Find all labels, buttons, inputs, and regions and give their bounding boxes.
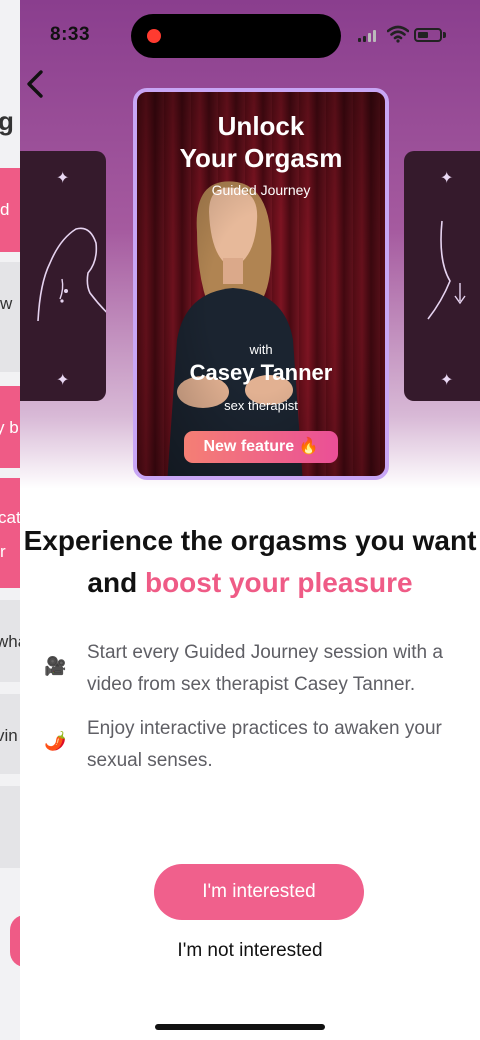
carousel-card-next[interactable]: ✦ ✦ (404, 151, 480, 401)
card-host-name: Casey Tanner (189, 360, 333, 385)
card-with-label: with (249, 342, 273, 357)
card-title-line-1: Unlock (217, 111, 305, 141)
headline-accent: boost your pleasure (144, 567, 413, 598)
background-fragment: w (0, 294, 13, 313)
neck-illustration-icon (37, 227, 106, 322)
feature-promo-sheet: 8:33 ✦ ✦ ✦ ✦ Unlock Your Orgasm Guided J… (20, 0, 480, 1040)
battery-icon (414, 28, 442, 42)
card-host-role: sex therapist (224, 398, 298, 413)
background-tile (0, 478, 20, 588)
feature-video-text: Start every Guided Journey session with … (87, 642, 443, 695)
chili-pepper-icon: 🌶️ (44, 731, 67, 751)
background-fragment: d (0, 200, 10, 219)
cellular-signal-icon (358, 30, 378, 42)
interested-button[interactable]: I'm interested (154, 864, 364, 920)
dynamic-island (131, 14, 341, 58)
card-title: Unlock Your Orgasm (137, 110, 385, 174)
promo-headline: Experience the orgasms you want and boos… (20, 520, 480, 604)
not-interested-button[interactable]: I'm not interested (20, 940, 480, 962)
torso-illustration-icon (427, 220, 466, 320)
background-fragment: y b (0, 418, 19, 437)
feature-practices-text: Enjoy interactive practices to awaken yo… (87, 718, 442, 771)
background-header-fragment: g (0, 106, 14, 136)
background-fragment: r (0, 542, 6, 561)
status-time: 8:33 (50, 24, 91, 45)
card-title-line-2: Your Orgasm (179, 143, 343, 173)
wifi-icon (387, 25, 409, 43)
card-subtitle: Guided Journey (211, 182, 311, 198)
background-fragment: cat (0, 508, 21, 527)
background-fragment: vin (0, 726, 18, 745)
new-feature-badge: New feature 🔥 (184, 431, 338, 463)
back-chevron-icon[interactable] (22, 66, 52, 102)
background-tile (0, 786, 20, 868)
background-tile (0, 262, 20, 372)
recording-indicator-icon (147, 29, 161, 43)
home-indicator[interactable] (155, 1024, 325, 1030)
carousel-card-previous[interactable]: ✦ ✦ (20, 151, 106, 401)
battery-cap (443, 32, 446, 38)
video-camera-icon: 🎥 (44, 656, 67, 676)
journey-promo-card[interactable]: Unlock Your Orgasm Guided Journey with C… (133, 88, 389, 480)
